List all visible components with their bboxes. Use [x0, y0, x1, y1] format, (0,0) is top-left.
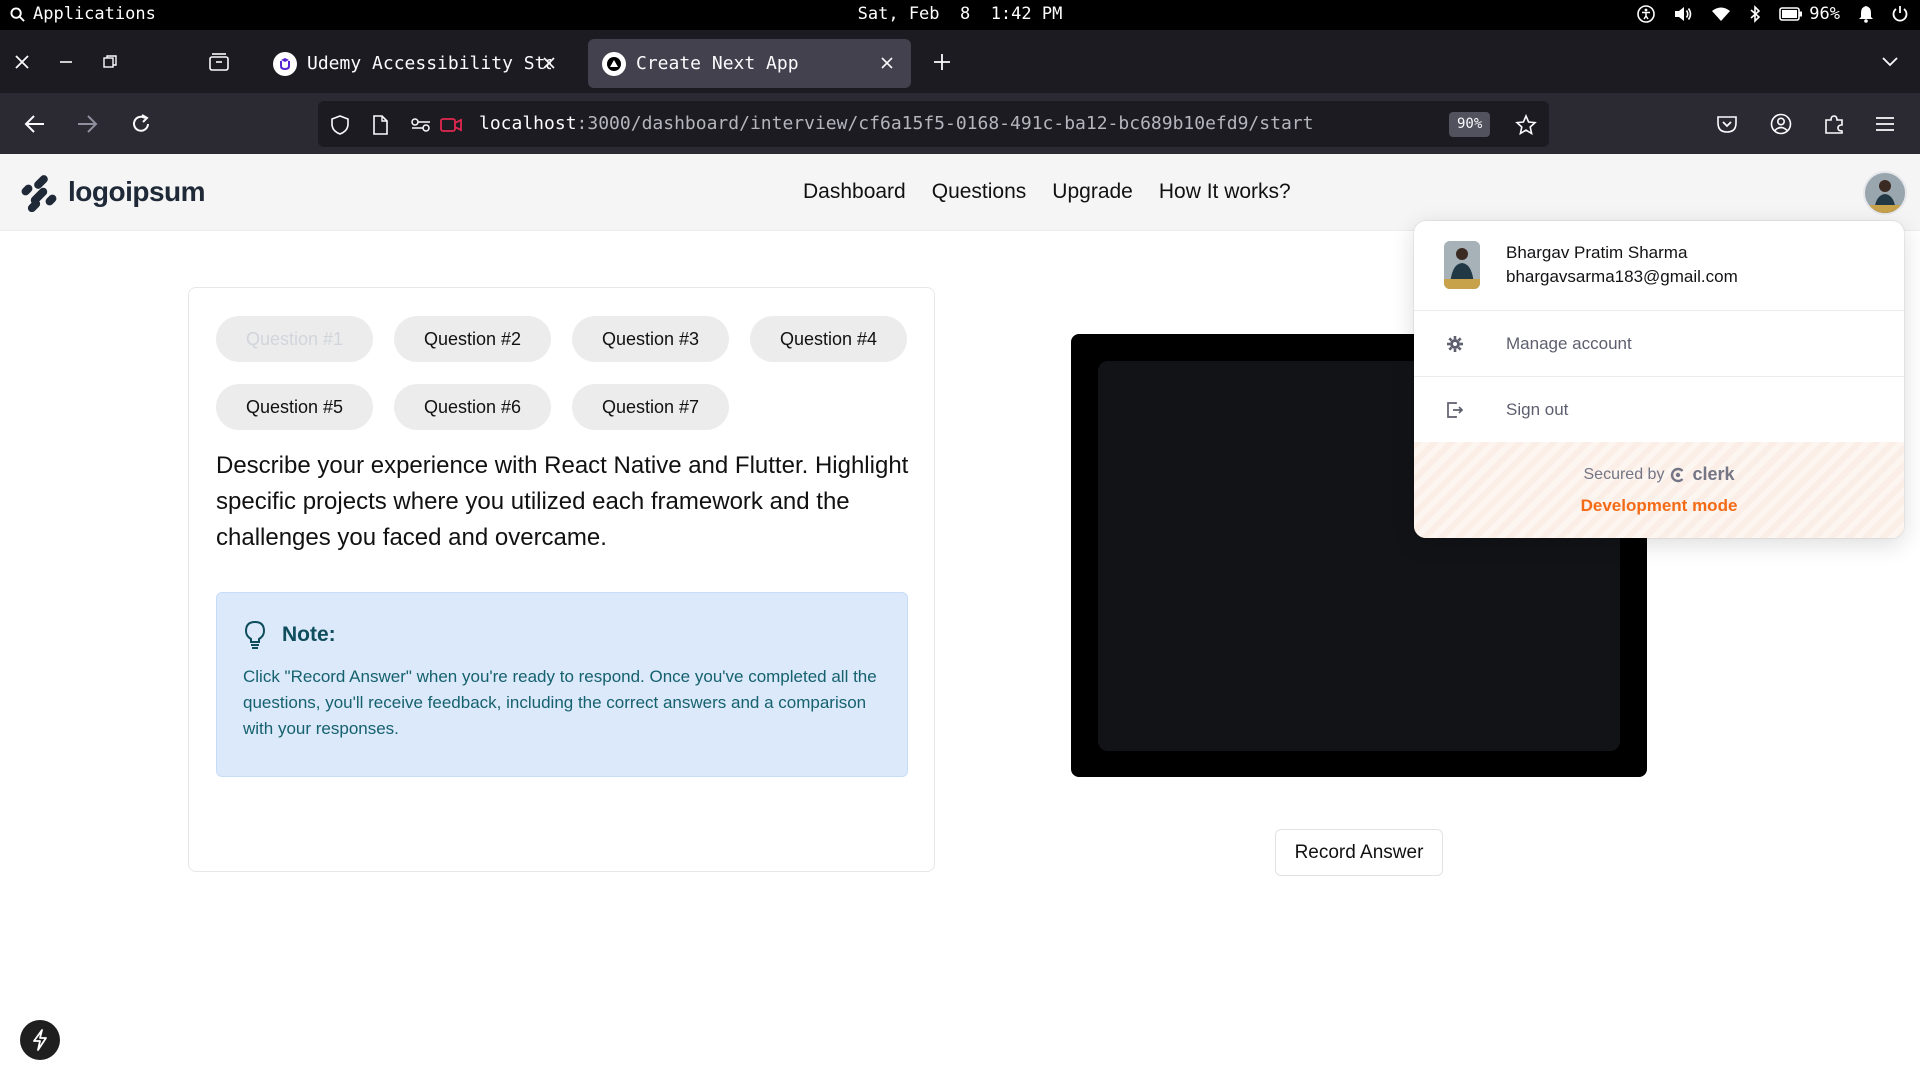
forward-arrow-icon[interactable] [73, 110, 101, 138]
user-identity: Bhargav Pratim Sharma bhargavsarma183@gm… [1414, 221, 1904, 311]
note-header: Note: [244, 620, 336, 650]
new-tab-plus-icon[interactable] [930, 50, 954, 74]
url-path: :3000/dashboard/interview/cf6a15f5-0168-… [576, 113, 1314, 134]
browser-tab-strip: Udemy Accessibility Sta Create Next App [0, 30, 1920, 93]
question-tab-6[interactable]: Question #6 [394, 384, 551, 430]
question-tab-3[interactable]: Question #3 [572, 316, 729, 362]
battery-percent: 96% [1809, 4, 1840, 24]
gear-icon [1444, 333, 1466, 355]
user-avatar-button[interactable] [1863, 171, 1907, 215]
wifi-icon[interactable] [1711, 6, 1731, 22]
note-title: Note: [282, 623, 336, 646]
record-answer-button[interactable]: Record Answer [1275, 829, 1443, 876]
user-menu-popover: Bhargav Pratim Sharma bhargavsarma183@gm… [1414, 221, 1904, 538]
power-icon[interactable] [1892, 5, 1908, 23]
sign-out-button[interactable]: Sign out [1414, 377, 1904, 443]
note-box: Note: Click "Record Answer" when you're … [216, 592, 908, 777]
udemy-icon [273, 51, 297, 76]
applications-menu[interactable]: Applications [10, 4, 156, 24]
note-body: Click "Record Answer" when you're ready … [243, 667, 877, 738]
url-text: localhost:3000/dashboard/interview/cf6a1… [479, 113, 1313, 134]
tab-close-icon[interactable] [537, 51, 561, 75]
bluetooth-icon[interactable] [1749, 5, 1761, 23]
question-tab-7[interactable]: Question #7 [572, 384, 729, 430]
volume-icon[interactable] [1673, 5, 1693, 23]
site-header: logoipsum Dashboard Questions Upgrade Ho… [0, 154, 1920, 231]
tracking-protection-shield-icon[interactable] [329, 114, 351, 136]
battery-indicator[interactable]: 96% [1779, 4, 1840, 24]
window-minimize-icon[interactable] [54, 50, 78, 74]
nav-dashboard[interactable]: Dashboard [803, 180, 906, 204]
question-tab-4[interactable]: Question #4 [750, 316, 907, 362]
permissions-icon[interactable] [410, 114, 432, 136]
tab-udemy[interactable]: Udemy Accessibility Sta [259, 39, 573, 88]
question-tab-5[interactable]: Question #5 [216, 384, 373, 430]
lightning-bolt-icon [33, 1029, 47, 1051]
nav-how-it-works[interactable]: How It works? [1159, 180, 1291, 204]
notification-bell-icon[interactable] [1858, 5, 1874, 23]
clerk-logo-icon [1670, 467, 1686, 483]
extensions-puzzle-icon[interactable] [1820, 110, 1848, 138]
system-top-bar: Applications Sat, Feb 8 1:42 PM 96% [0, 0, 1920, 30]
accessibility-icon[interactable] [1637, 5, 1656, 23]
search-icon [10, 6, 25, 22]
tab-close-icon[interactable] [875, 51, 899, 75]
zoom-level-badge[interactable]: 90% [1449, 112, 1491, 137]
logoipsum-mark-icon [21, 175, 57, 212]
address-bar[interactable]: localhost:3000/dashboard/interview/cf6a1… [318, 101, 1549, 147]
question-tab-1[interactable]: Question #1 [216, 316, 373, 362]
site-logo[interactable]: logoipsum [19, 172, 206, 212]
reload-icon[interactable] [127, 110, 155, 138]
question-card: Question #1 Question #2 Question #3 Ques… [188, 287, 935, 872]
back-arrow-icon[interactable] [21, 110, 49, 138]
tab-create-next-app[interactable]: Create Next App [588, 39, 911, 88]
web-page: logoipsum Dashboard Questions Upgrade Ho… [0, 154, 1920, 1080]
user-avatar [1444, 241, 1480, 289]
firefox-view-icon[interactable] [207, 50, 231, 74]
sign-out-label: Sign out [1506, 400, 1569, 419]
nextjs-triangle-icon [602, 51, 626, 76]
question-text: Describe your experience with React Nati… [216, 452, 909, 551]
manage-account-button[interactable]: Manage account [1414, 311, 1904, 377]
development-mode-label: Development mode [1580, 496, 1738, 515]
nav-upgrade[interactable]: Upgrade [1052, 180, 1133, 204]
user-name: Bhargav Pratim Sharma [1506, 243, 1688, 262]
clock[interactable]: Sat, Feb 8 1:42 PM [858, 4, 1063, 24]
page-info-icon[interactable] [369, 114, 391, 136]
applications-label: Applications [33, 4, 156, 24]
sign-out-icon [1444, 399, 1466, 421]
battery-icon [1779, 7, 1803, 21]
window-close-icon[interactable] [10, 50, 34, 74]
tab-title: Udemy Accessibility Sta [307, 53, 551, 74]
pocket-icon[interactable] [1713, 110, 1741, 138]
dev-tools-bolt-button[interactable] [20, 1020, 60, 1060]
account-icon[interactable] [1767, 110, 1795, 138]
camera-in-use-icon[interactable] [440, 114, 462, 136]
tab-title: Create Next App [636, 53, 799, 74]
user-email: bhargavsarma183@gmail.com [1506, 267, 1738, 286]
avatar [1865, 173, 1905, 213]
clerk-footer: Secured by clerk Development mode [1414, 442, 1904, 538]
browser-navigation-toolbar: localhost:3000/dashboard/interview/cf6a1… [0, 93, 1920, 154]
main-navigation: Dashboard Questions Upgrade How It works… [803, 180, 1291, 204]
window-restore-icon[interactable] [98, 50, 122, 74]
hamburger-menu-icon[interactable] [1871, 110, 1899, 138]
lightbulb-icon [244, 620, 266, 650]
logo-text: logoipsum [68, 176, 206, 207]
url-host: localhost [479, 113, 577, 134]
secured-by-clerk[interactable]: Secured by clerk [1414, 464, 1904, 485]
manage-account-label: Manage account [1506, 334, 1632, 353]
list-all-tabs-chevron-icon[interactable] [1878, 50, 1902, 74]
bookmark-star-icon[interactable] [1515, 114, 1537, 136]
nav-questions[interactable]: Questions [932, 180, 1027, 204]
secured-by-label: Secured by [1583, 465, 1665, 483]
question-tab-2[interactable]: Question #2 [394, 316, 551, 362]
clerk-brand-text: clerk [1692, 464, 1735, 484]
